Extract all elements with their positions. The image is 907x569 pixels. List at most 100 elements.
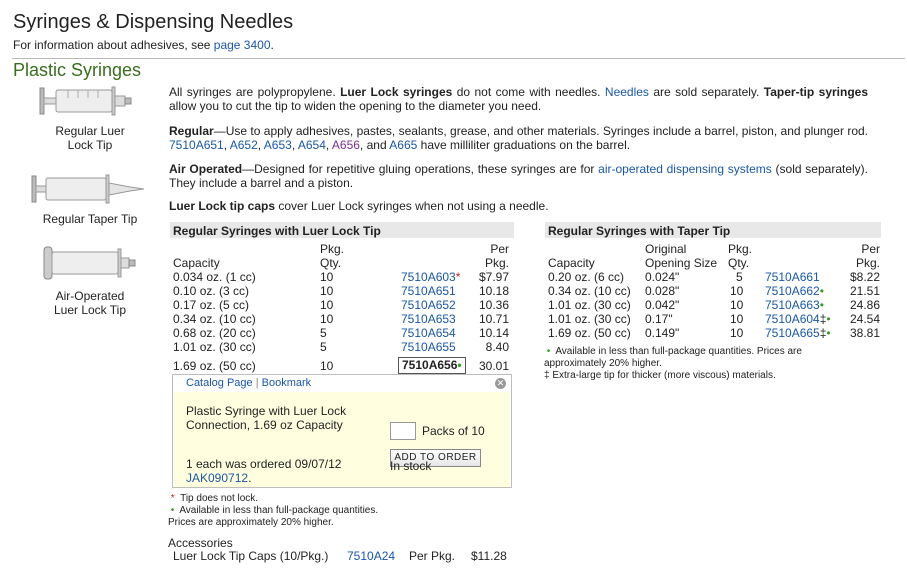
table-row[interactable]: 0.34 oz. (10 cc) 0.028" 10 7510A662• 21.51 (548, 284, 881, 298)
part-number[interactable]: 7510A661 (765, 270, 820, 284)
cell-price: 21.51 (849, 284, 880, 298)
part-number-link[interactable]: 7510A652 (401, 298, 456, 312)
part-number[interactable]: 7510A663 (765, 298, 820, 312)
cell-pkg-qty: 10 (320, 312, 334, 326)
part-link-7510a24[interactable]: 7510A24 (347, 549, 395, 563)
desc-bold: Luer Lock syringes (340, 85, 453, 99)
catalog-page-link[interactable]: Catalog Page (186, 377, 253, 389)
page-3400-link[interactable]: page 3400 (214, 38, 271, 52)
part-number-link[interactable]: 7510A662• (765, 284, 824, 298)
cell-price: $7.97 (478, 270, 509, 284)
needles-link[interactable]: Needles (605, 85, 649, 99)
cell-pkg-qty: 10 (320, 284, 334, 298)
cell-price: 30.01 (478, 359, 509, 373)
luer-table-header-row1: Pkg. Per (173, 242, 513, 256)
table-row[interactable]: 1.69 oz. (50 cc) 10 7510A656• 30.01 (173, 357, 513, 374)
adhesives-note: For information about adhesives, see pag… (13, 38, 274, 52)
part-number-link[interactable]: 7510A653 (401, 312, 456, 326)
note-partial-qty: • Available in less than full-package qu… (168, 505, 378, 517)
part-number-link[interactable]: 7510A603* (401, 270, 460, 284)
part-number[interactable]: 7510A651 (401, 284, 456, 298)
cell-price: 10.18 (478, 284, 509, 298)
desc-text: All syringes are polypropylene. (169, 85, 341, 99)
taper-tip-syringe-icon[interactable] (30, 172, 146, 206)
row-mark: • (457, 358, 462, 372)
table-row[interactable]: 0.20 oz. (6 cc) 0.024" 5 7510A661 $8.22 (548, 270, 881, 284)
product-popup: Catalog Page | Bookmark ✕ Plastic Syring… (172, 374, 512, 488)
section-divider (12, 58, 905, 59)
part-number-link[interactable]: 7510A655 (401, 340, 456, 354)
part-number-link[interactable]: 7510A651 (401, 284, 456, 298)
col-capacity-header: Capacity (548, 256, 595, 270)
col-pkg-qty-header: Pkg. (320, 242, 345, 256)
air-operated-label: Air-Operated Luer Lock Tip (40, 289, 140, 317)
quantity-input[interactable] (390, 422, 416, 440)
part-number[interactable]: 7510A603 (401, 270, 456, 284)
adhesives-note-prefix: For information about adhesives, see (13, 38, 214, 52)
order-number-link[interactable]: JAK090712 (186, 471, 248, 485)
note-text: Available in less than full-package quan… (179, 505, 379, 516)
adhesives-note-suffix: . (270, 38, 274, 52)
part-number-link[interactable]: 7510A663• (765, 298, 824, 312)
cell-pkg-qty: 10 (730, 312, 744, 326)
cell-pkg-qty: 10 (730, 298, 744, 312)
asterisk-mark: * (170, 493, 175, 504)
bullet-mark: • (546, 346, 551, 357)
luer-lock-syringe-icon[interactable] (38, 84, 138, 118)
part-number-link[interactable]: 7510A656• (398, 357, 466, 374)
air-operated-syringe-icon[interactable] (40, 245, 140, 281)
bookmark-link[interactable]: Bookmark (262, 377, 312, 389)
dispensing-systems-link[interactable]: air-operated dispensing systems (598, 162, 772, 176)
part-number[interactable]: 7510A604 (765, 312, 820, 326)
cell-capacity: 1.69 oz. (50 cc) (173, 359, 256, 373)
order-suffix: . (248, 471, 252, 485)
cell-capacity: 0.34 oz. (10 cc) (548, 284, 631, 298)
table-row[interactable]: 0.17 oz. (5 cc) 10 7510A652 10.36 (173, 298, 513, 312)
part-number-link[interactable]: 7510A604‡• (765, 312, 831, 326)
stock-status: In stock (390, 459, 432, 473)
cell-pkg-qty: 10 (730, 284, 744, 298)
desc-text: cover Luer Lock syringes when not using … (275, 199, 549, 213)
part-number[interactable]: 7510A655 (401, 340, 456, 354)
table-row[interactable]: 1.01 oz. (30 cc) 0.17" 10 7510A604‡• 24.54 (548, 312, 881, 326)
taper-note-extra-large: ‡ Extra-large tip for thicker (more visc… (544, 370, 844, 382)
table-row[interactable]: 0.10 oz. (3 cc) 10 7510A651 10.18 (173, 284, 513, 298)
cell-opening: 0.149" (645, 326, 680, 340)
table-row[interactable]: 0.34 oz. (10 cc) 10 7510A653 10.71 (173, 312, 513, 326)
close-icon[interactable]: ✕ (495, 378, 506, 389)
popup-body: Plastic Syringe with Luer Lock Connectio… (174, 392, 510, 487)
table-row[interactable]: 0.034 oz. (1 cc) 10 7510A603* $7.97 (173, 270, 513, 284)
part-number[interactable]: 7510A665 (765, 326, 820, 340)
table-row[interactable]: 0.68 oz. (20 cc) 5 7510A654 10.14 (173, 326, 513, 340)
part-number[interactable]: 7510A656 (402, 358, 457, 372)
accessory-price: $11.28 (471, 549, 507, 563)
part-number-link[interactable]: 7510A665‡• (765, 326, 831, 340)
part-number[interactable]: 7510A662 (765, 284, 820, 298)
col-per-pkg-header: Per (861, 242, 880, 256)
note-text: Available in less than full-package quan… (555, 346, 802, 357)
part-link-a656[interactable]: A656 (332, 138, 360, 152)
desc-text: do not come with needles. (452, 85, 605, 99)
col-per-pkg-header: Pkg. (484, 256, 509, 270)
col-orig-header: Original (645, 242, 687, 256)
cell-pkg-qty: 5 (320, 340, 327, 354)
part-number-link[interactable]: 7510A654 (401, 326, 456, 340)
table-row[interactable]: 1.69 oz. (50 cc) 0.149" 10 7510A665‡• 38.81 (548, 326, 881, 340)
part-link-7510a651[interactable]: 7510A651 (169, 138, 224, 152)
cell-opening: 0.024" (645, 270, 680, 284)
part-link-a653[interactable]: A653 (264, 138, 292, 152)
description-paragraph-4: Luer Lock tip caps cover Luer Lock syrin… (169, 199, 868, 213)
cell-opening: 0.042" (645, 298, 680, 312)
row-mark: ‡• (819, 326, 831, 340)
part-link-a652[interactable]: A652 (230, 138, 258, 152)
table-row[interactable]: 1.01 oz. (30 cc) 5 7510A655 8.40 (173, 340, 513, 354)
part-number[interactable]: 7510A653 (401, 312, 456, 326)
part-number[interactable]: 7510A654 (401, 326, 456, 340)
part-link-a654[interactable]: A654 (298, 138, 326, 152)
part-link-a665[interactable]: A665 (389, 138, 417, 152)
part-number[interactable]: 7510A652 (401, 298, 456, 312)
table-row[interactable]: 1.01 oz. (30 cc) 0.042" 10 7510A663• 24.86 (548, 298, 881, 312)
cell-price: $8.22 (849, 270, 880, 284)
ordered-note: 1 each was ordered 09/07/12 (186, 457, 342, 471)
part-number-link[interactable]: 7510A661 (765, 270, 820, 284)
